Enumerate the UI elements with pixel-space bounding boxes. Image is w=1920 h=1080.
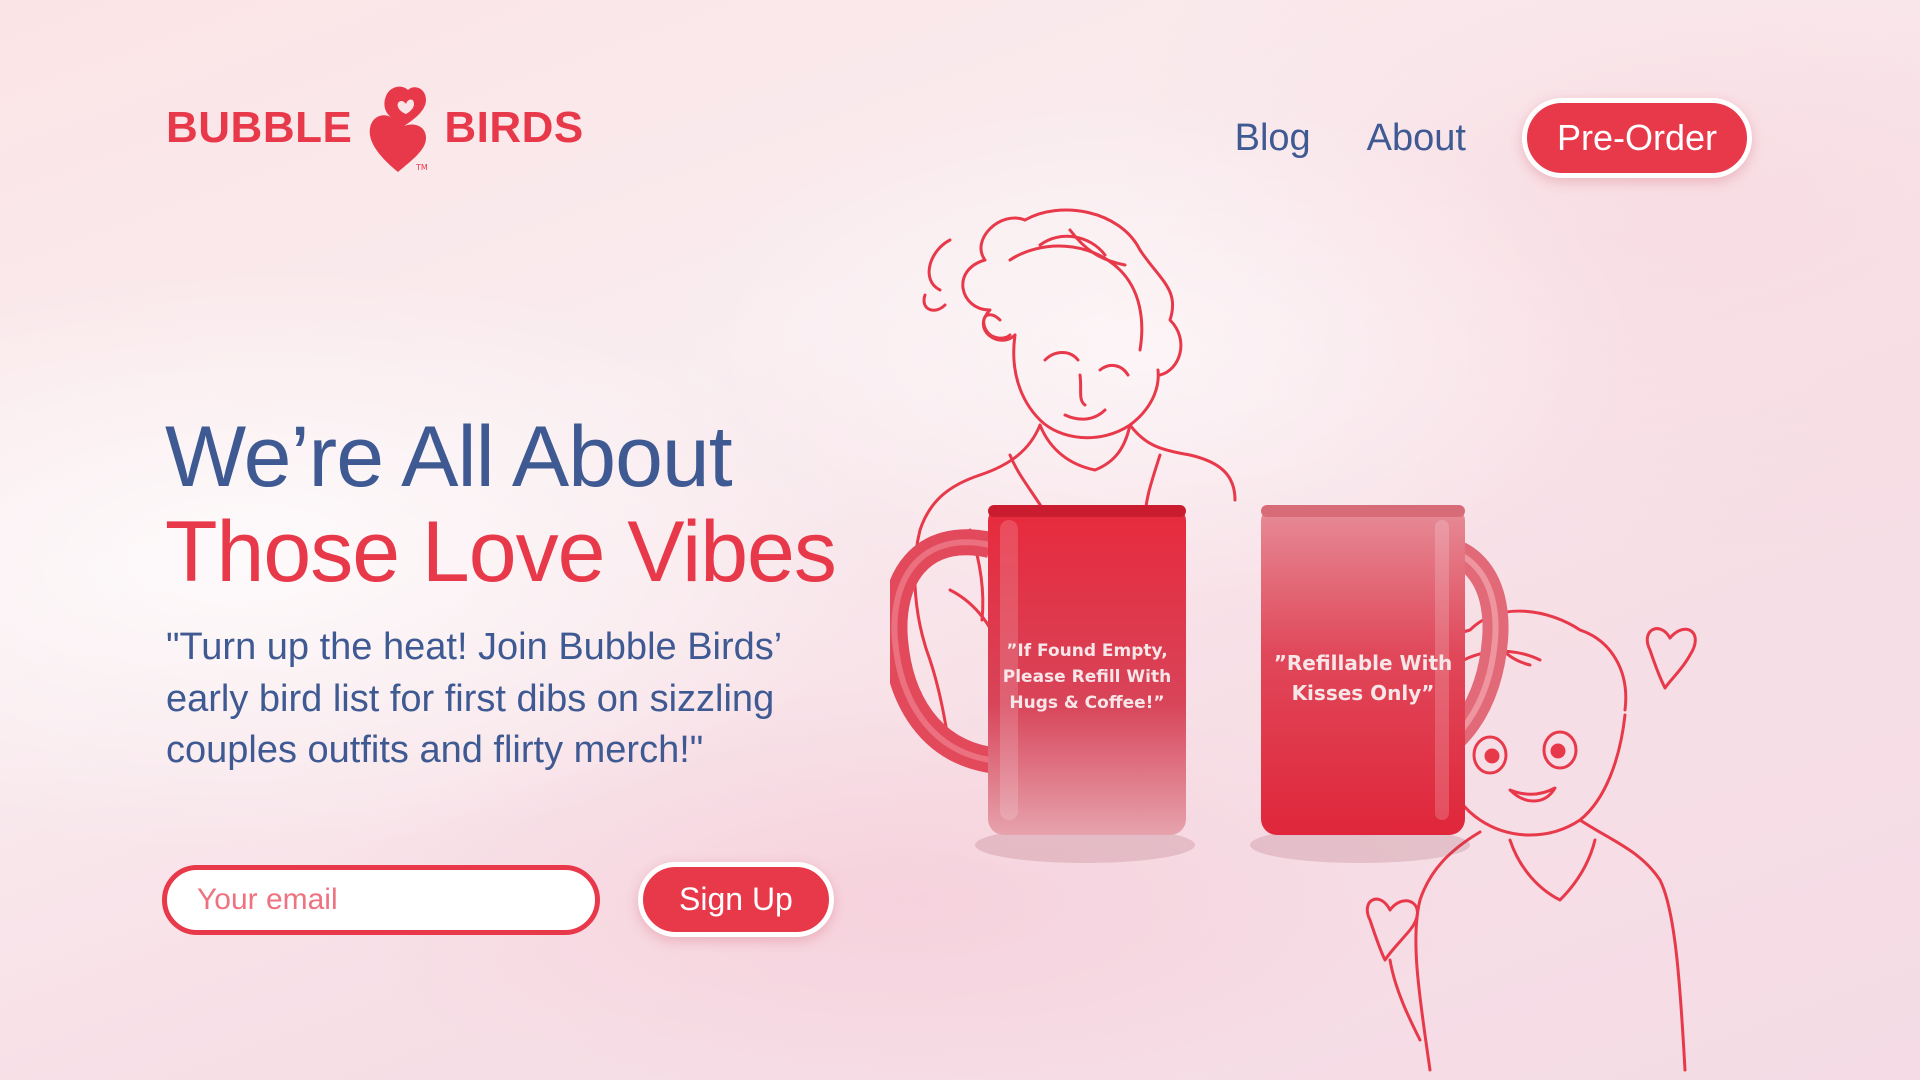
mug-right: ”Refillable With Kisses Only” <box>1250 505 1509 863</box>
logo-word-bubble: BUBBLE <box>166 103 353 152</box>
logo-word-birds: BIRDS <box>444 103 584 152</box>
signup-form: Sign Up <box>162 862 834 937</box>
mug-right-line-1: ”Refillable With <box>1274 651 1453 675</box>
nav-link-about[interactable]: About <box>1367 117 1466 160</box>
hero-illustration: ”If Found Empty, Please Refill With Hugs… <box>890 208 1697 1072</box>
mug-right-line-2: Kisses Only” <box>1292 681 1435 705</box>
hero-subtitle: "Turn up the heat! Join Bubble Birds’ ea… <box>166 626 781 772</box>
hero-title: We’re All About Those Love Vibes <box>165 409 837 600</box>
mug-left-line-2: Please Refill With <box>1003 667 1171 687</box>
mug-left-line-3: Hugs & Coffee!” <box>1009 693 1164 713</box>
pre-order-button[interactable]: Pre-Order <box>1521 98 1752 178</box>
email-input[interactable] <box>162 864 600 935</box>
heart-logo-icon: TM <box>370 86 428 172</box>
hero-title-line-2: Those Love Vibes <box>165 503 837 600</box>
nav-link-blog[interactable]: Blog <box>1235 117 1311 160</box>
main-nav: Blog About Pre-Order <box>1235 98 1752 178</box>
brand-logo[interactable]: BUBBLE TM BIRDS <box>166 82 584 174</box>
mug-left-line-1: ”If Found Empty, <box>1006 641 1168 661</box>
mug-left: ”If Found Empty, Please Refill With Hugs… <box>890 505 1195 863</box>
hero-title-line-1: We’re All About <box>165 409 733 505</box>
trademark-mark: TM <box>415 163 428 172</box>
sign-up-button[interactable]: Sign Up <box>638 862 834 937</box>
